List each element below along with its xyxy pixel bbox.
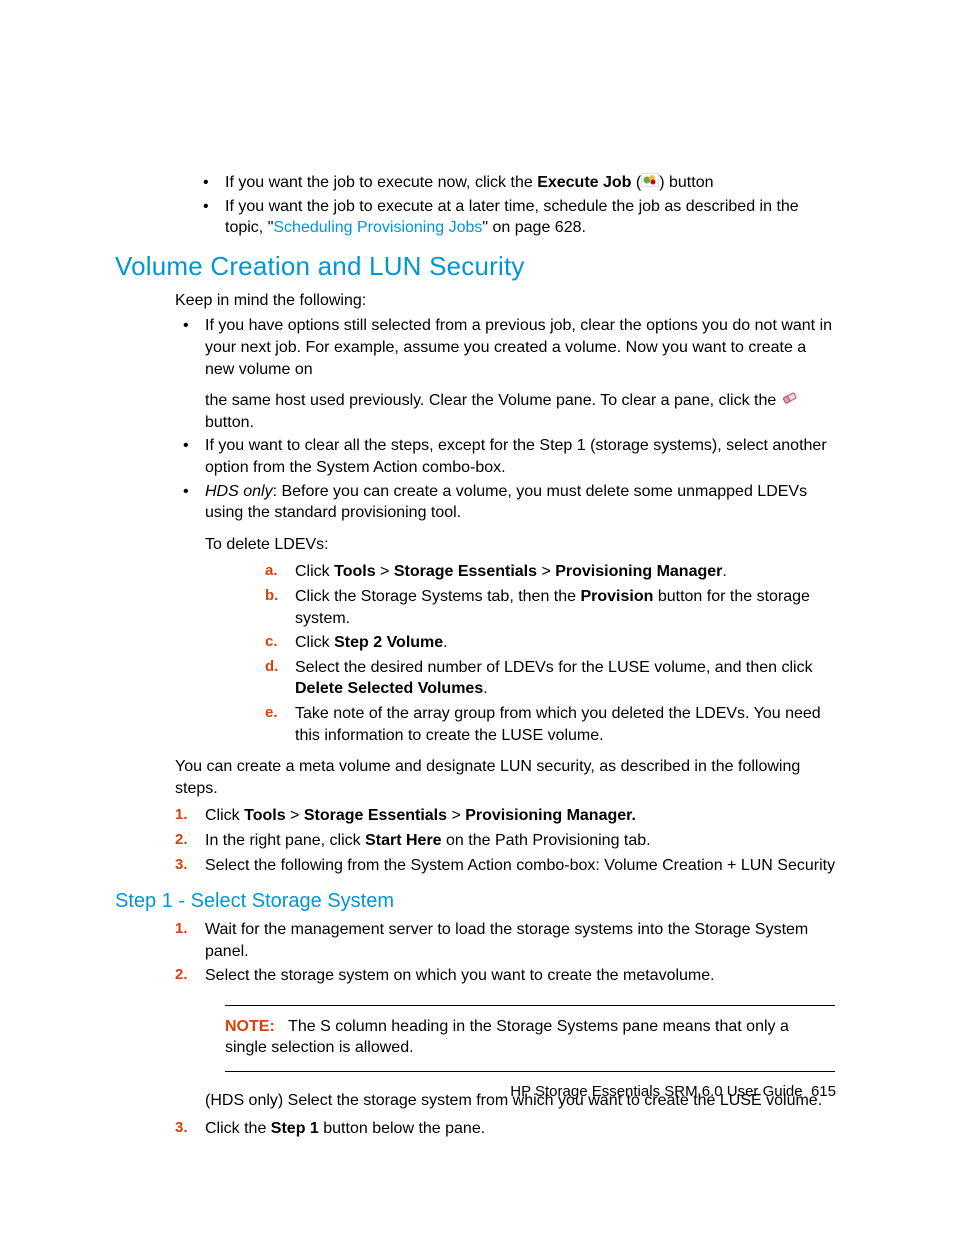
marker: b. — [265, 586, 278, 606]
text: Click — [295, 563, 334, 580]
step-3: 3. Select the following from the System A… — [175, 855, 839, 877]
marker: c. — [265, 632, 278, 652]
text: Click — [295, 634, 334, 651]
delete-ldevs-steps: a. Click Tools > Storage Essentials > Pr… — [265, 561, 839, 746]
text-line: the same host used previously. Clear the… — [205, 390, 839, 433]
text: : Before you can create a volume, you mu… — [205, 483, 807, 522]
provision-label: Provision — [580, 588, 653, 605]
list-item: If you want the job to execute now, clic… — [195, 172, 839, 194]
step1-substeps: 1. Wait for the management server to load… — [175, 919, 839, 987]
meta-volume-steps: 1. Click Tools > Storage Essentials > Pr… — [175, 805, 839, 876]
step-a: a. Click Tools > Storage Essentials > Pr… — [265, 561, 839, 583]
delete-ldevs-block: To delete LDEVs: a. Click Tools > Storag… — [205, 534, 839, 746]
hds-only-label: HDS only — [205, 483, 273, 500]
step-e: e. Take note of the array group from whic… — [265, 703, 839, 746]
footer-title: HP Storage Essentials SRM 6.0 User Guide — [510, 1083, 802, 1100]
note-text: NOTE: The S column heading in the Storag… — [225, 1016, 835, 1059]
text: Wait for the management server to load t… — [205, 921, 808, 960]
step-1: 1. Click Tools > Storage Essentials > Pr… — [175, 805, 839, 827]
marker: 2. — [175, 965, 188, 985]
provisioning-manager-label: Provisioning Manager. — [465, 807, 636, 824]
storage-essentials-label: Storage Essentials — [394, 563, 537, 580]
step2-volume-label: Step 2 Volume — [334, 634, 443, 651]
scheduling-link[interactable]: Scheduling Provisioning Jobs — [273, 219, 482, 236]
text: In the right pane, click — [205, 832, 365, 849]
text: Select the desired number of LDEVs for t… — [295, 659, 813, 676]
text: > — [376, 563, 394, 580]
execute-job-label: Execute Job — [537, 174, 631, 191]
marker: 1. — [175, 919, 188, 939]
page-footer: HP Storage Essentials SRM 6.0 User Guide… — [510, 1083, 836, 1100]
step-2: 2. Select the storage system on which you… — [175, 965, 839, 987]
tools-label: Tools — [244, 807, 285, 824]
text: > — [447, 807, 465, 824]
step-b: b. Click the Storage Systems tab, then t… — [265, 586, 839, 629]
text: > — [286, 807, 304, 824]
section-heading-volume-creation: Volume Creation and LUN Security — [115, 251, 839, 282]
intro-bullet-list: If you want the job to execute now, clic… — [195, 172, 839, 239]
meta-volume-intro: You can create a meta volume and designa… — [175, 756, 839, 799]
storage-essentials-label: Storage Essentials — [304, 807, 447, 824]
step1-substeps-cont: 3. Click the Step 1 button below the pan… — [175, 1118, 839, 1140]
note-body: The S column heading in the Storage Syst… — [225, 1018, 789, 1057]
text: ) button — [659, 174, 713, 191]
text: . — [722, 563, 726, 580]
text: Select the storage system on which you w… — [205, 967, 715, 984]
text: > — [537, 563, 555, 580]
text: ( — [631, 174, 641, 191]
intro-paragraph: Keep in mind the following: — [175, 290, 839, 312]
list-item: If you want to clear all the steps, exce… — [175, 435, 839, 478]
text: If you have options still selected from … — [205, 315, 839, 380]
step-d: d. Select the desired number of LDEVs fo… — [265, 657, 839, 700]
execute-job-icon — [641, 172, 659, 194]
provisioning-manager-label: Provisioning Manager — [555, 563, 722, 580]
tools-label: Tools — [334, 563, 375, 580]
step-2: 2. In the right pane, click Start Here o… — [175, 830, 839, 852]
start-here-label: Start Here — [365, 832, 441, 849]
delete-ldevs-intro: To delete LDEVs: — [205, 534, 839, 556]
section-heading-step1: Step 1 - Select Storage System — [115, 890, 839, 913]
text: If you want the job to execute now, clic… — [225, 174, 537, 191]
note-label: NOTE: — [225, 1018, 275, 1035]
delete-selected-volumes-label: Delete Selected Volumes — [295, 680, 483, 697]
list-item: HDS only: Before you can create a volume… — [175, 481, 839, 524]
document-page: If you want the job to execute now, clic… — [0, 0, 954, 1235]
step-c: c. Click Step 2 Volume. — [265, 632, 839, 654]
marker: a. — [265, 561, 278, 581]
text: Click the Storage Systems tab, then the — [295, 588, 580, 605]
marker: 1. — [175, 805, 188, 825]
text: button below the pane. — [319, 1120, 485, 1137]
text: Click the — [205, 1120, 271, 1137]
step1-button-label: Step 1 — [271, 1120, 319, 1137]
considerations-list: If you have options still selected from … — [175, 315, 839, 523]
page-number: 615 — [811, 1083, 836, 1100]
note-callout: NOTE: The S column heading in the Storag… — [225, 1005, 835, 1072]
text: Click — [205, 807, 244, 824]
text: Select the following from the System Act… — [205, 857, 835, 874]
marker: d. — [265, 657, 278, 677]
marker: e. — [265, 703, 278, 723]
list-item: If you have options still selected from … — [175, 315, 839, 433]
text: the same host used previously. Clear the… — [205, 392, 781, 409]
text: on the Path Provisioning tab. — [442, 832, 651, 849]
text: . — [483, 680, 487, 697]
text: " on page 628. — [482, 219, 586, 236]
text: button. — [205, 414, 254, 431]
list-item: If you want the job to execute at a late… — [195, 196, 839, 239]
marker: 3. — [175, 1118, 188, 1138]
text: . — [443, 634, 447, 651]
eraser-icon — [781, 390, 799, 412]
step-3: 3. Click the Step 1 button below the pan… — [175, 1118, 839, 1140]
marker: 2. — [175, 830, 188, 850]
marker: 3. — [175, 855, 188, 875]
step-1: 1. Wait for the management server to load… — [175, 919, 839, 962]
text: Take note of the array group from which … — [295, 705, 821, 744]
